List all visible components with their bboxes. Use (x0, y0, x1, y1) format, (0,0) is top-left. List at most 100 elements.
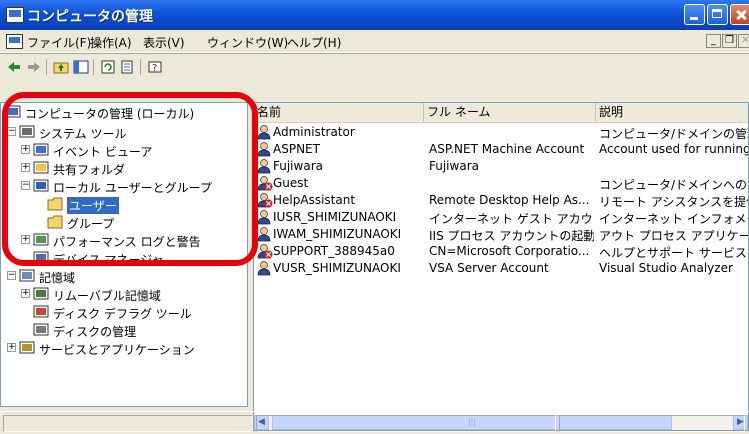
tree-item-label: システム ツール (39, 127, 127, 141)
toolbar-separator (93, 59, 94, 75)
tree-item-label: ローカル ユーザーとグループ (53, 181, 212, 195)
disabled-user-icon (257, 193, 273, 208)
user-full-name-cell: VSA Server Account (429, 261, 549, 275)
toolbar: ? (0, 53, 749, 80)
close-button[interactable] (730, 4, 749, 25)
computer-management-icon (5, 105, 21, 118)
user-name-cell: Administrator (273, 125, 355, 139)
child-window-controls: _ ❐ ✕ (706, 34, 749, 50)
expand-toggle[interactable]: + (21, 163, 30, 172)
removable-storage-icon (33, 287, 49, 300)
console-tree[interactable]: コンピュータの管理 (ローカル) − システム ツール + イベント ビューア + 共有フォ… (0, 102, 248, 407)
user-description-cell: コンピュータ/ドメインの管理 (599, 127, 749, 141)
child-minimize-button[interactable]: _ (706, 34, 721, 48)
defrag-icon (33, 305, 49, 318)
event-viewer-icon (33, 143, 49, 156)
disk-management-icon (33, 323, 49, 336)
user-description-cell: コンピュータ/ドメインへのゲ (599, 178, 749, 192)
user-row[interactable]: Fujiwara Fujiwara (254, 158, 748, 175)
user-name-cell: IWAM_SHIMIZUNAOKI (273, 227, 402, 241)
user-row[interactable]: ASPNET ASP.NET Machine Account Account use… (254, 141, 749, 158)
tree-item-label: グループ (67, 217, 115, 231)
user-icon (257, 261, 271, 276)
tree-item-label: デバイス マネージャ (53, 253, 164, 267)
user-name-cell: SUPPORT_388945a0 (273, 244, 395, 258)
menu-view[interactable]: 表示(V) (143, 34, 185, 51)
minimize-button[interactable] (684, 4, 705, 25)
user-icon (257, 142, 271, 157)
back-arrow-icon[interactable] (6, 59, 22, 75)
expand-toggle[interactable]: + (21, 289, 30, 298)
tree-item-label: ユーザー (67, 197, 119, 214)
collapse-toggle[interactable]: − (7, 127, 16, 136)
user-row[interactable]: SUPPORT_388945a0 CN=Microsoft Corporatio.… (254, 243, 749, 260)
title-bar[interactable]: コンピュータの管理 (0, 0, 749, 30)
toolbar-separator (46, 59, 47, 75)
column-header-description[interactable]: 説明 (596, 103, 748, 122)
menu-bar: ファイル(F) 操作(A) 表示(V) ウィンドウ(W) ヘルプ(H) (0, 30, 749, 53)
status-pane-right (559, 415, 745, 432)
tree-item-label: サービスとアプリケーション (39, 343, 195, 357)
child-close-button[interactable]: ✕ (738, 34, 749, 48)
user-icon (257, 210, 271, 225)
user-description-cell: Account used for running (599, 142, 749, 156)
user-name-cell: HelpAssistant (273, 193, 356, 207)
folder-icon (47, 197, 63, 211)
user-row[interactable]: Administrator コンピュータ/ドメインの管理 (254, 124, 749, 141)
user-row[interactable]: VUSR_SHIMIZUNAOKI VSA Server Account Visua… (254, 260, 748, 277)
maximize-button[interactable] (707, 4, 728, 25)
expand-toggle[interactable]: + (7, 343, 16, 352)
user-row[interactable]: Guest コンピュータ/ドメインへのゲ (254, 175, 749, 192)
tree-item-label: コンピュータの管理 (ローカル) (25, 107, 195, 121)
tree-item-label: 記憶域 (39, 271, 76, 285)
folder-icon (47, 215, 63, 229)
collapse-toggle[interactable]: − (7, 271, 16, 280)
tree-item-label: リムーバブル記憶域 (53, 289, 161, 303)
disabled-user-icon (257, 176, 273, 191)
collapse-toggle[interactable]: − (21, 181, 30, 190)
user-full-name-cell: Remote Desktop Help As... (429, 193, 590, 207)
user-description-cell: ヘルプとサポート サービスの (599, 246, 749, 260)
export-list-icon[interactable] (120, 59, 136, 75)
child-restore-button[interactable]: ❐ (722, 34, 737, 48)
user-description-cell: リモート アシスタンスを提供 (599, 195, 749, 209)
user-name-cell: Guest (273, 176, 309, 190)
device-manager-icon (33, 251, 49, 264)
menu-window[interactable]: ウィンドウ(W) (207, 34, 288, 51)
storage-icon (19, 269, 35, 282)
tree-item-label: ディスク デフラグ ツール (53, 307, 192, 321)
menu-file[interactable]: ファイル(F) (27, 34, 91, 51)
expand-toggle[interactable]: + (21, 145, 30, 154)
user-name-cell: IUSR_SHIMIZUNAOKI (273, 210, 397, 224)
column-header-name[interactable]: 名前 (254, 103, 424, 122)
up-folder-icon[interactable] (53, 59, 69, 75)
user-row[interactable]: HelpAssistant Remote Desktop Help As... リモ… (254, 192, 749, 209)
user-name-cell: Fujiwara (273, 159, 323, 173)
refresh-icon[interactable] (100, 59, 116, 75)
user-row[interactable]: IWAM_SHIMIZUNAOKI IIS プロセス アカウントの起動 アウト プロ… (254, 226, 748, 243)
menu-help[interactable]: ヘルプ(H) (287, 34, 341, 51)
menu-action[interactable]: 操作(A) (90, 34, 132, 51)
user-row[interactable]: IUSR_SHIMIZUNAOKI インターネット ゲスト アカウン... インター… (254, 209, 748, 226)
user-icon (257, 159, 271, 174)
window-title: コンピュータの管理 (27, 9, 153, 25)
toolbar-separator (140, 59, 141, 75)
expand-toggle[interactable]: + (21, 235, 30, 244)
user-description-cell: Visual Studio Analyzer (599, 261, 733, 275)
mmc-console-icon[interactable] (6, 34, 23, 49)
services-icon (19, 341, 35, 354)
user-name-cell: VUSR_SHIMIZUNAOKI (273, 261, 401, 275)
user-name-cell: ASPNET (273, 142, 320, 156)
performance-icon (33, 233, 49, 246)
tree-item-label: イベント ビューア (53, 145, 153, 159)
user-full-name-cell: CN=Microsoft Corporatio... (429, 244, 590, 258)
user-icon (257, 125, 271, 140)
forward-arrow-icon[interactable] (26, 59, 42, 75)
help-icon[interactable]: ? (147, 59, 163, 75)
user-description-cell: インターネット インフォメーシ (599, 212, 748, 226)
status-bar (0, 411, 749, 434)
user-full-name-cell: IIS プロセス アカウントの起動 (429, 229, 594, 243)
show-hide-tree-icon[interactable] (73, 59, 89, 75)
column-header-full-name[interactable]: フル ネーム (424, 103, 596, 122)
user-list-view[interactable]: 名前 フル ネーム 説明 Administrator コンピュータ/ドメインの管理… (253, 102, 749, 431)
